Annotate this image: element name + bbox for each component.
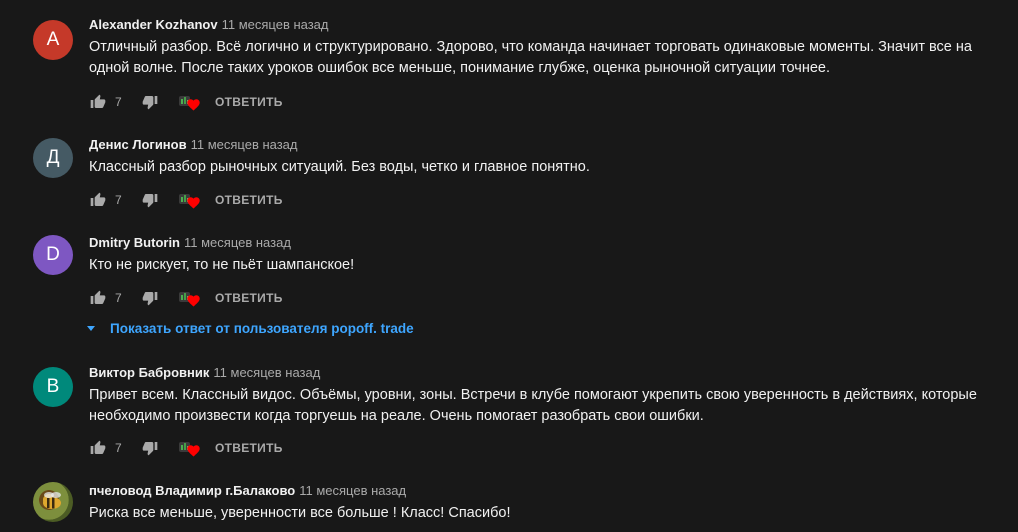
creator-heart xyxy=(177,438,201,458)
like-count: 7 xyxy=(115,441,122,455)
comment-text: Кто не рискует, то не пьёт шампанское! xyxy=(89,257,355,273)
creator-heart xyxy=(177,92,201,112)
comment-text: Классный разбор рыночных ситуаций. Без в… xyxy=(89,159,590,175)
creator-heart-icon xyxy=(179,292,200,307)
comment-time[interactable]: 11 месяцев назад xyxy=(184,235,291,250)
thumb-up-icon xyxy=(90,94,106,108)
avatar-letter: D xyxy=(46,244,60,265)
creator-heart-icon xyxy=(179,442,200,457)
avatar[interactable] xyxy=(33,482,73,522)
comment-actions: 7 ОТВЕТИТЬ xyxy=(89,288,283,308)
avatar[interactable]: Д xyxy=(33,138,73,178)
creator-heart-icon xyxy=(179,194,200,209)
creator-heart-icon xyxy=(179,96,200,111)
thumb-up-icon xyxy=(90,192,106,206)
reply-button[interactable]: ОТВЕТИТЬ xyxy=(215,291,283,305)
like-button[interactable] xyxy=(89,289,107,307)
avatar[interactable]: D xyxy=(33,235,73,275)
thumb-up-icon xyxy=(90,290,106,304)
like-count: 7 xyxy=(115,95,122,109)
comment-time[interactable]: 11 месяцев назад xyxy=(191,137,298,152)
thumb-down-icon xyxy=(142,194,158,208)
bee-avatar-icon xyxy=(43,492,61,509)
like-button[interactable] xyxy=(89,439,107,457)
view-replies-label: Показать ответ от пользователя popoff. t… xyxy=(110,320,414,336)
comment-text: Отличный разбор. Всё логично и структури… xyxy=(89,39,972,76)
avatar-letter: A xyxy=(46,29,60,50)
creator-heart xyxy=(177,288,201,308)
dislike-button[interactable] xyxy=(141,289,159,307)
avatar-letter: B xyxy=(46,376,60,397)
comment-actions: 7 ОТВЕТИТЬ xyxy=(89,92,283,112)
comment-time[interactable]: 11 месяцев назад xyxy=(222,17,329,32)
comment-time[interactable]: 11 месяцев назад xyxy=(213,365,320,380)
reply-button[interactable]: ОТВЕТИТЬ xyxy=(215,95,283,109)
comment-header: Dmitry Butorin 11 месяцев назад xyxy=(89,235,291,250)
comment-text: Риска все меньше, уверенности все больше… xyxy=(89,505,511,521)
like-count: 7 xyxy=(115,291,122,305)
avatar[interactable]: A xyxy=(33,20,73,60)
view-replies-button[interactable]: Показать ответ от пользователя popoff. t… xyxy=(87,318,414,338)
comment-actions: 7 ОТВЕТИТЬ xyxy=(89,190,283,210)
comment-header: пчеловод Владимир г.Балаково 11 месяцев н… xyxy=(89,483,406,498)
author-name[interactable]: Виктор Бабровник xyxy=(89,365,209,380)
comment-header: Alexander Kozhanov 11 месяцев назад xyxy=(89,17,329,32)
thumb-down-icon xyxy=(142,292,158,306)
thumb-up-icon xyxy=(90,440,106,454)
comment-time[interactable]: 11 месяцев назад xyxy=(299,483,406,498)
comment-header: Виктор Бабровник 11 месяцев назад xyxy=(89,365,320,380)
like-count: 7 xyxy=(115,193,122,207)
thumb-down-icon xyxy=(142,96,158,110)
author-name[interactable]: Денис Логинов xyxy=(89,137,187,152)
like-button[interactable] xyxy=(89,191,107,209)
author-name[interactable]: Alexander Kozhanov xyxy=(89,17,218,32)
reply-button[interactable]: ОТВЕТИТЬ xyxy=(215,441,283,455)
dislike-button[interactable] xyxy=(141,93,159,111)
thumb-down-icon xyxy=(142,442,158,456)
like-button[interactable] xyxy=(89,93,107,111)
avatar-letter: Д xyxy=(46,147,60,168)
reply-button[interactable]: ОТВЕТИТЬ xyxy=(215,193,283,207)
dislike-button[interactable] xyxy=(141,191,159,209)
caret-down-icon xyxy=(87,325,95,331)
creator-heart xyxy=(177,190,201,210)
comment-text: Привет всем. Классный видос. Объёмы, уро… xyxy=(89,387,977,424)
dislike-button[interactable] xyxy=(141,439,159,457)
author-name[interactable]: Dmitry Butorin xyxy=(89,235,180,250)
comment-actions: 7 ОТВЕТИТЬ xyxy=(89,438,283,458)
comment-header: Денис Логинов 11 месяцев назад xyxy=(89,137,298,152)
author-name[interactable]: пчеловод Владимир г.Балаково xyxy=(89,483,295,498)
avatar[interactable]: B xyxy=(33,367,73,407)
